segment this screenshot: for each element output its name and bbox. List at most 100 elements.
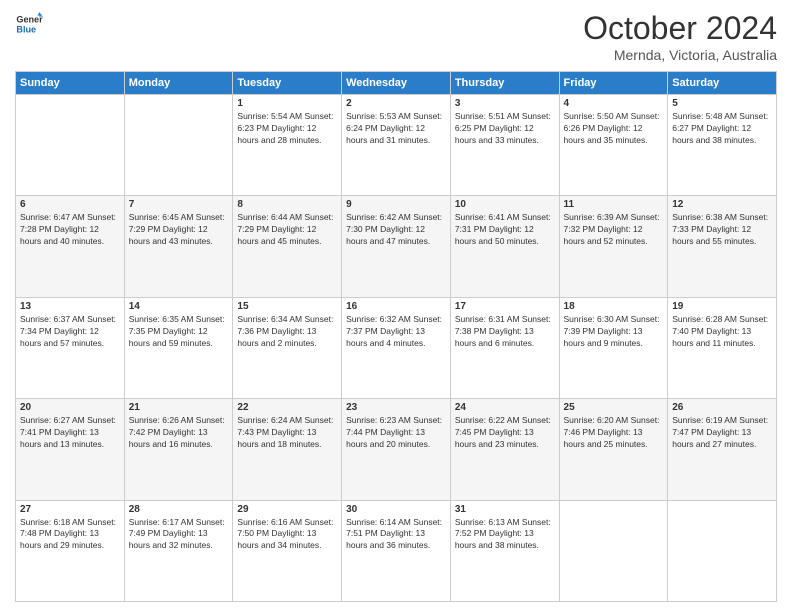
- logo-icon: General Blue: [15, 10, 43, 38]
- day-cell-1-6: 12 Sunrise: 6:38 AM Sunset: 7:33 PM Dayli…: [668, 196, 777, 297]
- day-cell-1-0: 6 Sunrise: 6:47 AM Sunset: 7:28 PM Daylig…: [16, 196, 125, 297]
- day-cell-4-6: [668, 500, 777, 601]
- day-number: 4: [564, 98, 664, 109]
- day-info: Sunrise: 6:31 AM Sunset: 7:38 PM Dayligh…: [455, 314, 555, 350]
- day-info: Sunrise: 6:16 AM Sunset: 7:50 PM Dayligh…: [237, 517, 337, 553]
- header-tuesday: Tuesday: [233, 72, 342, 95]
- day-cell-2-2: 15Sunrise: 6:34 AM Sunset: 7:36 PM Dayli…: [233, 297, 342, 398]
- day-info: Sunrise: 5:48 AM Sunset: 6:27 PM Dayligh…: [672, 111, 772, 147]
- day-number: 2: [346, 98, 446, 109]
- day-number: 7: [129, 199, 229, 210]
- day-cell-2-3: 16 Sunrise: 6:32 AM Sunset: 7:37 PM Dayli…: [342, 297, 451, 398]
- header-thursday: Thursday: [450, 72, 559, 95]
- day-number: 28: [129, 504, 229, 515]
- day-cell-1-4: 10 Sunrise: 6:41 AM Sunset: 7:31 PM Dayli…: [450, 196, 559, 297]
- day-cell-3-0: 20Sunrise: 6:27 AM Sunset: 7:41 PM Dayli…: [16, 399, 125, 500]
- day-number: 12: [672, 199, 772, 210]
- day-number: 15: [237, 301, 337, 312]
- day-number: 6: [20, 199, 120, 210]
- day-cell-1-2: 8 Sunrise: 6:44 AM Sunset: 7:29 PM Daylig…: [233, 196, 342, 297]
- day-number: 25: [564, 402, 664, 413]
- day-info: Sunrise: 6:47 AM Sunset: 7:28 PM Dayligh…: [20, 212, 120, 248]
- day-number: 10: [455, 199, 555, 210]
- logo: General Blue: [15, 10, 43, 38]
- day-number: 30: [346, 504, 446, 515]
- day-info: Sunrise: 5:51 AM Sunset: 6:25 PM Dayligh…: [455, 111, 555, 147]
- day-number: 13: [20, 301, 120, 312]
- day-info: Sunrise: 6:24 AM Sunset: 7:43 PM Dayligh…: [237, 415, 337, 451]
- day-number: 20: [20, 402, 120, 413]
- day-cell-2-1: 14 Sunrise: 6:35 AM Sunset: 7:35 PM Dayli…: [124, 297, 233, 398]
- day-info: Sunrise: 6:39 AM Sunset: 7:32 PM Dayligh…: [564, 212, 664, 248]
- day-info: Sunrise: 6:35 AM Sunset: 7:35 PM Dayligh…: [129, 314, 229, 350]
- day-info: Sunrise: 6:28 AM Sunset: 7:40 PM Dayligh…: [672, 314, 772, 350]
- day-number: 23: [346, 402, 446, 413]
- day-cell-3-1: 21 Sunrise: 6:26 AM Sunset: 7:42 PM Dayli…: [124, 399, 233, 500]
- day-info: Sunrise: 6:38 AM Sunset: 7:33 PM Dayligh…: [672, 212, 772, 248]
- day-info: Sunrise: 6:18 AM Sunset: 7:48 PM Dayligh…: [20, 517, 120, 553]
- day-cell-0-2: 1Sunrise: 5:54 AM Sunset: 6:23 PM Daylig…: [233, 95, 342, 196]
- day-number: 17: [455, 301, 555, 312]
- day-info: Sunrise: 5:53 AM Sunset: 6:24 PM Dayligh…: [346, 111, 446, 147]
- header-saturday: Saturday: [668, 72, 777, 95]
- day-cell-4-5: [559, 500, 668, 601]
- day-number: 1: [237, 98, 337, 109]
- day-info: Sunrise: 6:32 AM Sunset: 7:37 PM Dayligh…: [346, 314, 446, 350]
- month-title: October 2024: [583, 10, 777, 47]
- day-number: 27: [20, 504, 120, 515]
- day-info: Sunrise: 6:14 AM Sunset: 7:51 PM Dayligh…: [346, 517, 446, 553]
- day-cell-0-1: [124, 95, 233, 196]
- day-number: 16: [346, 301, 446, 312]
- day-number: 19: [672, 301, 772, 312]
- page: General Blue October 2024 Mernda, Victor…: [0, 0, 792, 612]
- day-cell-2-0: 13 Sunrise: 6:37 AM Sunset: 7:34 PM Dayli…: [16, 297, 125, 398]
- week-row-4: 27 Sunrise: 6:18 AM Sunset: 7:48 PM Dayli…: [16, 500, 777, 601]
- header-monday: Monday: [124, 72, 233, 95]
- day-cell-0-5: 4Sunrise: 5:50 AM Sunset: 6:26 PM Daylig…: [559, 95, 668, 196]
- day-cell-2-5: 18 Sunrise: 6:30 AM Sunset: 7:39 PM Dayli…: [559, 297, 668, 398]
- day-cell-3-6: 26Sunrise: 6:19 AM Sunset: 7:47 PM Dayli…: [668, 399, 777, 500]
- svg-text:Blue: Blue: [16, 24, 36, 34]
- day-number: 3: [455, 98, 555, 109]
- day-info: Sunrise: 6:26 AM Sunset: 7:42 PM Dayligh…: [129, 415, 229, 451]
- day-info: Sunrise: 6:45 AM Sunset: 7:29 PM Dayligh…: [129, 212, 229, 248]
- day-info: Sunrise: 6:41 AM Sunset: 7:31 PM Dayligh…: [455, 212, 555, 248]
- day-info: Sunrise: 6:22 AM Sunset: 7:45 PM Dayligh…: [455, 415, 555, 451]
- day-cell-3-5: 25 Sunrise: 6:20 AM Sunset: 7:46 PM Dayli…: [559, 399, 668, 500]
- header-sunday: Sunday: [16, 72, 125, 95]
- week-row-2: 13 Sunrise: 6:37 AM Sunset: 7:34 PM Dayli…: [16, 297, 777, 398]
- week-row-1: 6 Sunrise: 6:47 AM Sunset: 7:28 PM Daylig…: [16, 196, 777, 297]
- day-info: Sunrise: 6:23 AM Sunset: 7:44 PM Dayligh…: [346, 415, 446, 451]
- day-info: Sunrise: 6:20 AM Sunset: 7:46 PM Dayligh…: [564, 415, 664, 451]
- day-cell-0-4: 3 Sunrise: 5:51 AM Sunset: 6:25 PM Daylig…: [450, 95, 559, 196]
- day-number: 22: [237, 402, 337, 413]
- weekday-header-row: Sunday Monday Tuesday Wednesday Thursday…: [16, 72, 777, 95]
- calendar-table: Sunday Monday Tuesday Wednesday Thursday…: [15, 71, 777, 602]
- day-number: 14: [129, 301, 229, 312]
- title-area: October 2024 Mernda, Victoria, Australia: [583, 10, 777, 63]
- day-info: Sunrise: 6:19 AM Sunset: 7:47 PM Dayligh…: [672, 415, 772, 451]
- day-cell-1-5: 11 Sunrise: 6:39 AM Sunset: 7:32 PM Dayli…: [559, 196, 668, 297]
- day-info: Sunrise: 6:42 AM Sunset: 7:30 PM Dayligh…: [346, 212, 446, 248]
- day-cell-4-0: 27 Sunrise: 6:18 AM Sunset: 7:48 PM Dayli…: [16, 500, 125, 601]
- day-number: 31: [455, 504, 555, 515]
- day-info: Sunrise: 6:37 AM Sunset: 7:34 PM Dayligh…: [20, 314, 120, 350]
- day-info: Sunrise: 6:17 AM Sunset: 7:49 PM Dayligh…: [129, 517, 229, 553]
- day-cell-2-6: 19 Sunrise: 6:28 AM Sunset: 7:40 PM Dayli…: [668, 297, 777, 398]
- week-row-0: 1Sunrise: 5:54 AM Sunset: 6:23 PM Daylig…: [16, 95, 777, 196]
- day-number: 18: [564, 301, 664, 312]
- day-cell-0-0: [16, 95, 125, 196]
- header: General Blue October 2024 Mernda, Victor…: [15, 10, 777, 63]
- day-cell-1-1: 7 Sunrise: 6:45 AM Sunset: 7:29 PM Daylig…: [124, 196, 233, 297]
- day-number: 21: [129, 402, 229, 413]
- day-info: Sunrise: 6:30 AM Sunset: 7:39 PM Dayligh…: [564, 314, 664, 350]
- day-cell-4-3: 30 Sunrise: 6:14 AM Sunset: 7:51 PM Dayli…: [342, 500, 451, 601]
- day-number: 29: [237, 504, 337, 515]
- day-number: 8: [237, 199, 337, 210]
- location: Mernda, Victoria, Australia: [583, 47, 777, 63]
- header-wednesday: Wednesday: [342, 72, 451, 95]
- day-cell-4-4: 31Sunrise: 6:13 AM Sunset: 7:52 PM Dayli…: [450, 500, 559, 601]
- day-info: Sunrise: 6:44 AM Sunset: 7:29 PM Dayligh…: [237, 212, 337, 248]
- week-row-3: 20Sunrise: 6:27 AM Sunset: 7:41 PM Dayli…: [16, 399, 777, 500]
- day-number: 11: [564, 199, 664, 210]
